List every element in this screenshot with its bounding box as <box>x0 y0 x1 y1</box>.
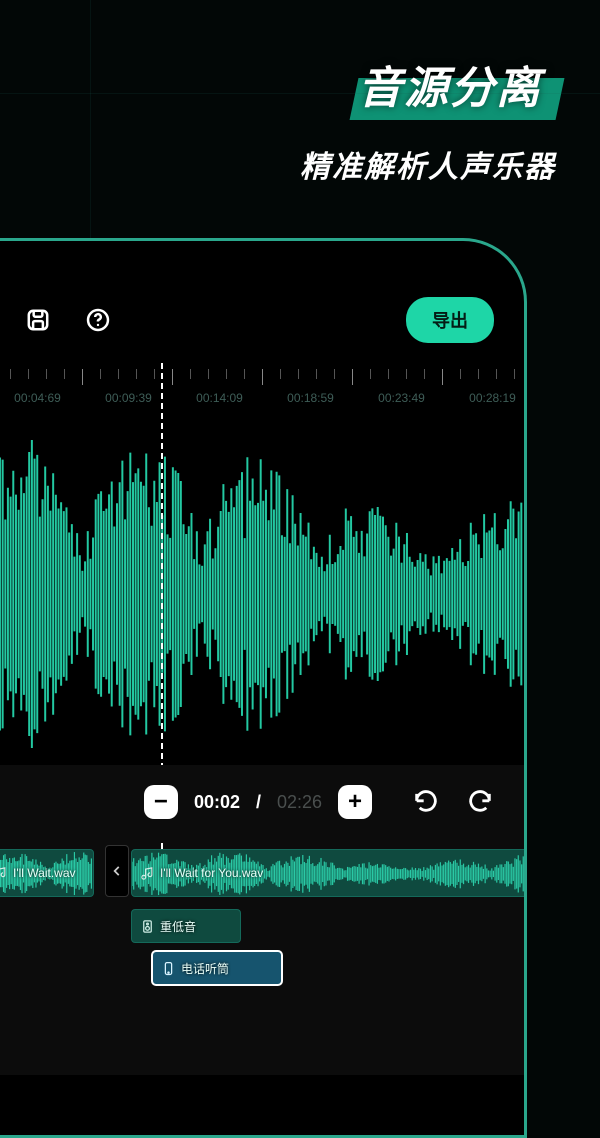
device-frame: 导出 00:04:69 00:09:39 00:14:09 00:18:59 0… <box>0 238 527 1138</box>
transport-panel: − 00:02 / 02:26 + I'll Wait.wav <box>0 765 524 1075</box>
promo-subtitle: 精准解析人声乐器 <box>300 142 556 186</box>
clip-label: I'll Wait.wav <box>0 866 76 881</box>
waveform-main[interactable] <box>0 423 524 765</box>
zoom-row: − 00:02 / 02:26 + <box>0 785 524 819</box>
zoom-in-button[interactable]: + <box>338 785 372 819</box>
ruler-label: 00:23:49 <box>356 391 447 405</box>
chevron-left-icon <box>110 864 124 878</box>
clip-label: 电话听筒 <box>161 960 229 977</box>
help-button[interactable] <box>82 304 114 336</box>
save-icon <box>25 307 51 333</box>
audio-clip-b[interactable]: I'll Wait for You.wav <box>131 849 527 897</box>
history-controls <box>412 788 494 816</box>
clip-split-handle[interactable] <box>105 845 129 897</box>
ruler-label: 00:14:09 <box>174 391 265 405</box>
ruler-label: 00:28:19 <box>447 391 527 405</box>
help-icon <box>85 307 111 333</box>
time-total: 02:26 <box>277 792 322 813</box>
clip-label: I'll Wait for You.wav <box>140 866 263 881</box>
effect-clip-bass[interactable]: 重低音 <box>131 909 241 943</box>
clip-label: 重低音 <box>140 918 196 935</box>
waveform-graphic <box>0 423 524 765</box>
zoom-out-button[interactable]: − <box>144 785 178 819</box>
undo-button[interactable] <box>412 788 440 816</box>
phone-icon <box>161 961 176 976</box>
music-note-icon <box>140 866 155 881</box>
promo-header: 音源分离 精准解析人声乐器 <box>300 46 556 186</box>
speaker-icon <box>140 919 155 934</box>
time-current: 00:02 <box>194 792 240 813</box>
music-note-icon <box>0 866 8 881</box>
save-button[interactable] <box>22 304 54 336</box>
audio-clip-a[interactable]: I'll Wait.wav <box>0 849 94 897</box>
redo-icon <box>466 788 494 816</box>
undo-icon <box>412 788 440 816</box>
time-separator: / <box>256 792 261 813</box>
redo-button[interactable] <box>466 788 494 816</box>
effect-clip-phone[interactable]: 电话听筒 <box>152 951 282 985</box>
app-toolbar: 导出 <box>0 241 524 361</box>
ruler-label: 00:04:69 <box>0 391 83 405</box>
export-button[interactable]: 导出 <box>406 297 494 343</box>
time-ruler[interactable]: 00:04:69 00:09:39 00:14:09 00:18:59 00:2… <box>0 369 524 419</box>
playhead[interactable] <box>161 363 163 769</box>
ruler-label: 00:18:59 <box>265 391 356 405</box>
promo-title: 音源分离 <box>300 46 556 124</box>
ruler-ticks <box>0 369 524 385</box>
ruler-labels: 00:04:69 00:09:39 00:14:09 00:18:59 00:2… <box>0 391 524 405</box>
